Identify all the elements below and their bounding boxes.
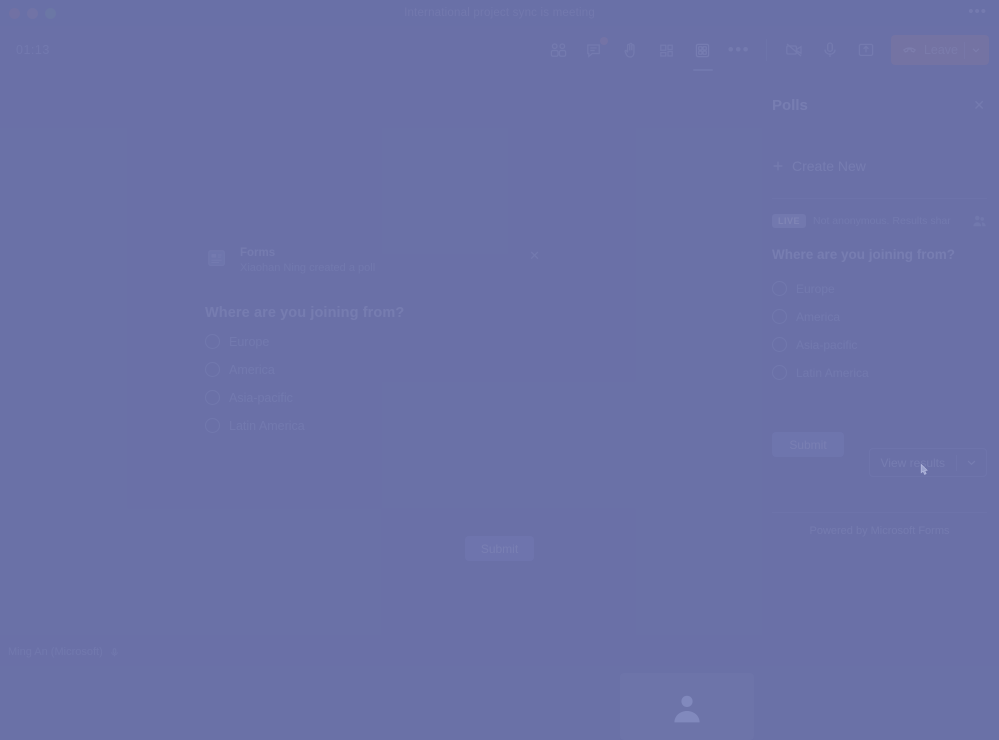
- toolbar-divider: [765, 39, 767, 61]
- radio-button[interactable]: [205, 390, 220, 405]
- poll-notification-card: Forms Xiaohan Ning created a poll ✕ Wher…: [205, 246, 540, 561]
- radio-button[interactable]: [772, 337, 787, 352]
- people-icon[interactable]: [542, 34, 576, 66]
- share-screen-icon[interactable]: [849, 34, 883, 66]
- poll-options-list: Europe America Asia-pacific Latin Americ…: [205, 334, 540, 433]
- radio-button[interactable]: [205, 334, 220, 349]
- poll-card-meta: Forms Xiaohan Ning created a poll: [240, 246, 518, 275]
- radio-button[interactable]: [772, 309, 787, 324]
- poll-option[interactable]: Latin America: [205, 418, 540, 433]
- ellipsis-icon[interactable]: •••: [968, 4, 987, 20]
- poll-option-label: America: [796, 309, 841, 324]
- microphone-icon[interactable]: [813, 34, 847, 66]
- self-name-bar: Ming An (Microsoft): [8, 646, 120, 658]
- teams-meeting-window: International project sync is meeting ••…: [0, 0, 999, 740]
- submit-label: Submit: [789, 437, 827, 452]
- create-new-poll-button[interactable]: Create New: [760, 144, 999, 188]
- close-icon[interactable]: ✕: [529, 249, 540, 263]
- radio-button[interactable]: [205, 418, 220, 433]
- radio-button[interactable]: [772, 365, 787, 380]
- poll-option-label: Latin America: [796, 365, 869, 380]
- poll-option-label: Europe: [229, 334, 270, 349]
- poll-status-text: Not anonymous. Results shar: [813, 215, 951, 227]
- poll-question: Where are you joining from?: [205, 305, 405, 321]
- apps-icon[interactable]: [686, 34, 720, 71]
- poll-option-label: Asia-pacific: [229, 390, 293, 405]
- camera-off-icon[interactable]: [777, 34, 811, 66]
- plus-icon: [773, 161, 783, 171]
- radio-button[interactable]: [205, 362, 220, 377]
- meeting-toolbar: 01:13 ••• Leave: [0, 26, 999, 74]
- poll-app-name: Forms: [240, 247, 276, 259]
- hangup-icon: [903, 46, 916, 53]
- breakout-rooms-icon[interactable]: [650, 34, 684, 66]
- close-icon[interactable]: ✕: [973, 97, 985, 114]
- meeting-stage: Forms Xiaohan Ning created a poll ✕ Wher…: [0, 74, 760, 740]
- poll-option[interactable]: America: [772, 309, 987, 324]
- poll-status-row: LIVE Not anonymous. Results shar: [760, 199, 999, 229]
- poll-option[interactable]: Asia-pacific: [772, 337, 987, 352]
- panel-footer-divider: [772, 512, 987, 513]
- video-tile[interactable]: [620, 673, 754, 740]
- view-results-label: View results: [880, 455, 945, 470]
- chevron-down-icon[interactable]: [957, 457, 986, 468]
- more-options-icon[interactable]: •••: [722, 34, 756, 66]
- polls-panel-header: Polls ✕: [760, 84, 999, 126]
- mouse-cursor: [920, 463, 928, 475]
- poll-option[interactable]: Europe: [205, 334, 540, 349]
- poll-option-label: Asia-pacific: [796, 337, 858, 352]
- poll-card-subtitle: Xiaohan Ning created a poll: [240, 262, 376, 274]
- submit-label: Submit: [480, 541, 519, 556]
- poll-option[interactable]: America: [205, 362, 540, 377]
- poll-option[interactable]: Asia-pacific: [205, 390, 540, 405]
- leave-label: Leave: [923, 43, 958, 57]
- panel-poll-options: Europe America Asia-pacific Latin Americ…: [760, 262, 999, 380]
- poll-option-label: Latin America: [229, 418, 305, 433]
- submit-button[interactable]: Submit: [465, 536, 534, 561]
- toolbar-actions: ••• Leave: [542, 34, 999, 71]
- people-icon: [973, 215, 986, 227]
- panel-footer: Powered by Microsoft Forms: [809, 525, 950, 537]
- panel-poll-question: Where are you joining from?: [772, 247, 956, 262]
- poll-option-label: America: [229, 362, 275, 377]
- leave-divider: [964, 41, 965, 59]
- person-silhouette-icon: [674, 695, 700, 722]
- poll-card-header: Forms Xiaohan Ning created a poll ✕: [205, 246, 540, 275]
- chat-unread-badge: [599, 37, 608, 45]
- radio-button[interactable]: [772, 281, 787, 296]
- panel-title: Polls: [772, 96, 808, 114]
- raise-hand-icon[interactable]: [614, 34, 648, 66]
- create-new-label: Create New: [792, 158, 866, 174]
- window-titlebar: International project sync is meeting ••…: [0, 0, 999, 26]
- microphone-icon: [111, 647, 118, 656]
- participant-name: Ming An (Microsoft): [8, 646, 103, 658]
- poll-option[interactable]: Latin America: [772, 365, 987, 380]
- forms-icon: [208, 250, 225, 266]
- status-badge: LIVE: [772, 214, 807, 228]
- poll-option-label: Europe: [796, 281, 835, 296]
- chevron-down-icon[interactable]: [971, 45, 981, 55]
- leave-button[interactable]: Leave: [890, 35, 989, 65]
- chat-icon[interactable]: [578, 34, 612, 66]
- submit-button[interactable]: Submit: [772, 432, 844, 457]
- polls-panel: Polls ✕ Create New LIVE Not anonymous. R…: [760, 84, 999, 666]
- window-title: International project sync is meeting: [404, 7, 595, 19]
- poll-option[interactable]: Europe: [772, 281, 987, 296]
- meeting-timer: 01:13: [16, 43, 50, 57]
